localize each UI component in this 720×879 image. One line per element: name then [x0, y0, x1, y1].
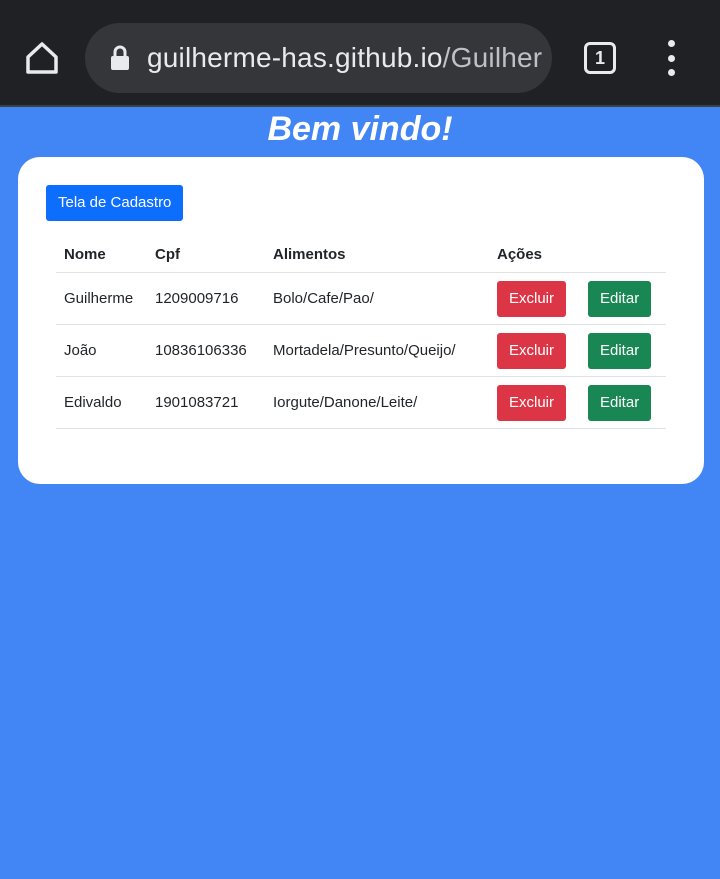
home-icon — [26, 42, 58, 74]
address-bar[interactable]: guilherme-has.github.io/Guilher — [85, 23, 552, 93]
cell-delete: Excluir — [489, 324, 580, 377]
edit-button[interactable]: Editar — [588, 280, 652, 317]
cell-delete: Excluir — [489, 376, 580, 429]
table-header-row: Nome Cpf Alimentos Ações — [56, 236, 666, 273]
home-button[interactable] — [22, 38, 62, 78]
tab-switcher-button[interactable]: 1 — [584, 42, 616, 74]
header-nome: Nome — [56, 236, 147, 273]
cadastro-button[interactable]: Tela de Cadastro — [46, 185, 184, 221]
delete-button[interactable]: Excluir — [497, 384, 567, 421]
header-alimentos: Alimentos — [265, 236, 489, 273]
users-card: Tela de Cadastro Nome Cpf Alimentos Açõe… — [18, 157, 704, 484]
delete-button[interactable]: Excluir — [497, 332, 567, 369]
url-host: guilherme-has.github.io — [147, 42, 443, 73]
edit-button[interactable]: Editar — [588, 332, 652, 369]
lock-icon — [111, 45, 129, 70]
edit-button[interactable]: Editar — [588, 384, 652, 421]
cell-cpf: 1209009716 — [147, 272, 265, 325]
more-vert-icon[interactable] — [660, 40, 682, 76]
cell-nome: Edivaldo — [56, 376, 147, 429]
url-path: /Guilher — [442, 42, 543, 73]
page-title: Bem vindo! — [267, 110, 453, 148]
cell-alimentos: Bolo/Cafe/Pao/ — [265, 272, 489, 325]
cell-alimentos: Iorgute/Danone/Leite/ — [265, 376, 489, 429]
cell-cpf: 1901083721 — [147, 376, 265, 429]
cell-cpf: 10836106336 — [147, 324, 265, 377]
cell-nome: João — [56, 324, 147, 377]
tab-switcher-icon: 1 — [594, 47, 605, 68]
table-row: Edivaldo 1901083721 Iorgute/Danone/Leite… — [56, 376, 666, 429]
cell-alimentos: Mortadela/Presunto/Queijo/ — [265, 324, 489, 377]
cell-edit: Editar — [580, 376, 666, 429]
users-table: Nome Cpf Alimentos Ações Guilherme 12090… — [56, 236, 666, 429]
table-row: João 10836106336 Mortadela/Presunto/Quei… — [56, 324, 666, 377]
table-row: Guilherme 1209009716 Bolo/Cafe/Pao/ Excl… — [56, 272, 666, 325]
header-acoes-extra — [580, 236, 666, 273]
cell-nome: Guilherme — [56, 272, 147, 325]
url-text: guilherme-has.github.io/Guilher — [147, 42, 542, 74]
delete-button[interactable]: Excluir — [497, 280, 567, 317]
browser-toolbar: guilherme-has.github.io/Guilher 1 — [0, 0, 720, 107]
header-cpf: Cpf — [147, 236, 265, 273]
cell-edit: Editar — [580, 324, 666, 377]
cell-edit: Editar — [580, 272, 666, 325]
cell-delete: Excluir — [489, 272, 580, 325]
header-acoes: Ações — [489, 236, 580, 273]
